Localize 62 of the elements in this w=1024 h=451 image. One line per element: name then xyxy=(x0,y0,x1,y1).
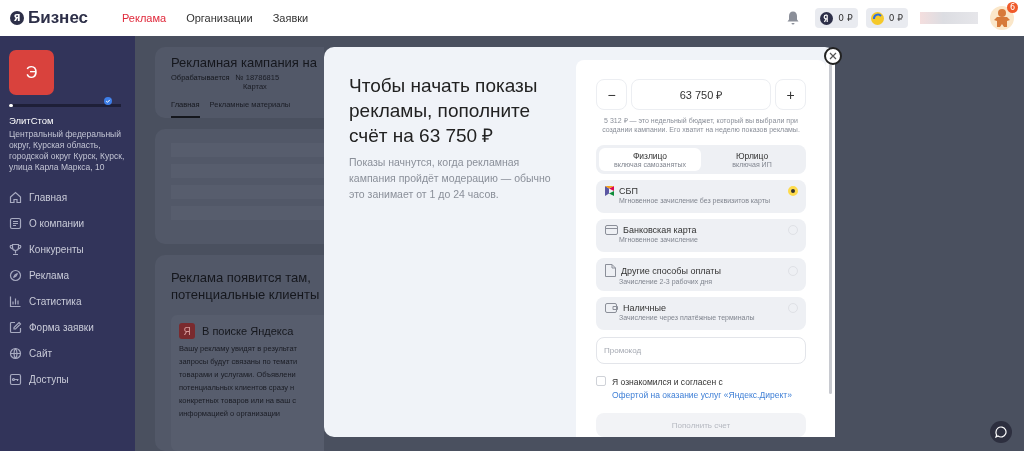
close-button[interactable] xyxy=(824,47,842,65)
sidebar-item[interactable]: Реклама xyxy=(9,267,126,284)
sidebar-item[interactable]: Статистика xyxy=(9,293,126,310)
dialog-description: Показы начнутся, когда рекламная кампания пройдёт модерацию — обычно это занимает от 1 до 24 часов. xyxy=(349,155,552,202)
balance-chip[interactable]: 0 ₽ xyxy=(865,8,908,28)
sidebar-item-label: Статистика xyxy=(29,296,82,307)
company-address: Центральный федеральный округ, Курская область, городской округ Курск, Курск, улица Карла Маркса, 10 xyxy=(9,129,126,173)
blurred-name xyxy=(920,12,978,24)
chat-icon xyxy=(995,426,1007,438)
sidebar-item[interactable]: Форма заявки xyxy=(9,319,126,336)
bar-chart-icon xyxy=(9,295,22,308)
logo-icon: Я xyxy=(10,11,24,25)
chat-button[interactable] xyxy=(990,421,1012,443)
nav-link[interactable]: Заявки xyxy=(272,12,309,24)
search-logo-icon: Я xyxy=(179,323,195,339)
gingerbread-icon xyxy=(993,8,1011,28)
sidebar-item[interactable]: Доступы xyxy=(9,371,126,388)
sidebar-item-label: О компании xyxy=(29,218,85,229)
sidebar-item-label: Реклама xyxy=(29,270,70,281)
dialog-title: Чтобы начать показы рекламы, пополните счёт на 63 750 ₽ xyxy=(349,74,539,148)
agreement-text: Я ознакомился и согласен с Офертой на оказание услуг «Яндекс.Директ» xyxy=(612,376,793,402)
trophy-icon xyxy=(9,243,22,256)
nav-link[interactable]: Реклама xyxy=(122,12,167,24)
edit-icon xyxy=(9,321,22,334)
promo-title: Реклама появится там, потенциальные клиенты xyxy=(171,269,321,303)
sidebar-item[interactable]: Сайт xyxy=(9,345,126,362)
search-title: В поиске Яндекса xyxy=(202,325,294,337)
increase-button[interactable]: + xyxy=(775,79,806,110)
sbp-logo-icon xyxy=(605,186,614,196)
sidebar-item-label: Доступы xyxy=(29,374,69,385)
ya-icon xyxy=(820,11,834,25)
logo-text: Бизнес xyxy=(28,8,89,28)
document-icon xyxy=(605,264,616,277)
company-name: ЭлитСтом xyxy=(9,115,55,126)
offer-link[interactable]: Офертой на оказание услуг «Яндекс.Директ» xyxy=(612,390,792,400)
agree-checkbox[interactable] xyxy=(596,376,606,386)
promo-code-field[interactable]: Промокод xyxy=(596,337,806,364)
sidebar-item-label: Форма заявки xyxy=(29,322,94,333)
document-icon xyxy=(9,217,22,230)
amount-field[interactable]: 63 750 ₽ xyxy=(631,79,771,110)
notification-badge: 6 xyxy=(1007,2,1018,13)
wallet-icon xyxy=(605,303,618,313)
balance-chip[interactable]: 0 ₽ xyxy=(815,8,858,28)
credit-card-icon xyxy=(605,225,618,235)
sidebar-item-label: Сайт xyxy=(29,348,53,359)
decrease-button[interactable]: − xyxy=(596,79,627,110)
sidebar-item[interactable]: О компании xyxy=(9,215,126,232)
bell-icon[interactable] xyxy=(787,11,800,25)
sidebar-item-label: Главная xyxy=(29,192,68,203)
home-icon xyxy=(9,191,22,204)
sidebar-item[interactable]: Конкуренты xyxy=(9,241,126,258)
globe-icon xyxy=(9,347,22,360)
sidebar-item-label: Конкуренты xyxy=(29,244,84,255)
nav-link[interactable]: Организации xyxy=(186,12,253,24)
sidebar-item[interactable]: Главная xyxy=(9,189,126,206)
coin-icon xyxy=(870,11,884,25)
company-avatar: Э xyxy=(9,50,54,95)
key-icon xyxy=(9,373,22,386)
close-icon xyxy=(829,52,837,60)
compass-icon xyxy=(9,269,22,282)
campaign-title: Рекламная кампания на xyxy=(171,55,318,70)
radio-button[interactable] xyxy=(788,186,798,196)
